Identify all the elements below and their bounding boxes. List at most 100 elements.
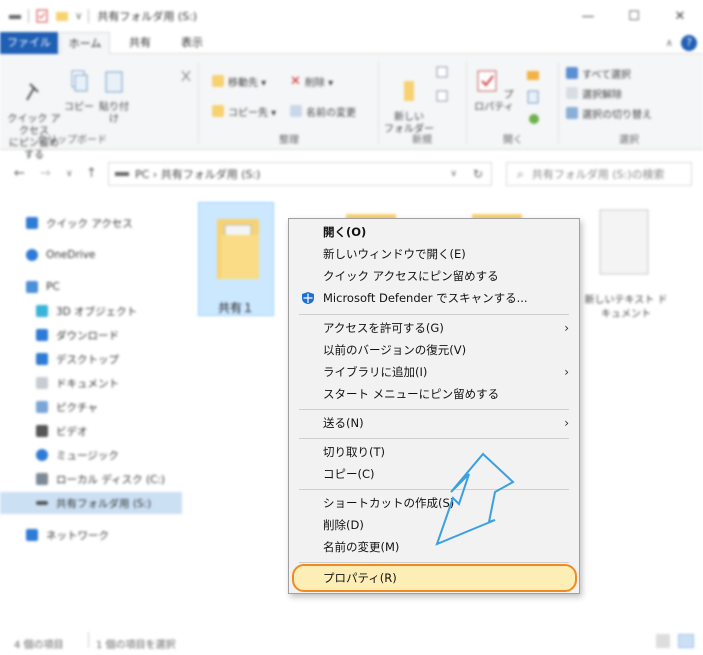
new-item-icon[interactable] (436, 66, 452, 80)
invert-selection-button[interactable]: 選択の切り替え (566, 104, 652, 122)
rename-button[interactable]: 名前の変更 (290, 102, 356, 120)
open-group-label: 開く (503, 135, 523, 146)
menu-item-include-library[interactable]: ライブラリに追加(I) › (289, 361, 579, 383)
menu-item-send-to[interactable]: 送る(N) › (289, 412, 579, 434)
menu-item-restore-versions[interactable]: 以前のバージョンの復元(V) (289, 339, 579, 361)
nav-item-quick-access[interactable]: クイック アクセス (0, 212, 182, 234)
select-all-button[interactable]: すべて選択 (566, 64, 631, 82)
submenu-chevron-icon: › (564, 365, 569, 379)
refresh-icon[interactable]: ↻ (473, 167, 483, 181)
tab-home[interactable]: ホーム (60, 32, 110, 54)
copy-to-button[interactable]: コピー先 ▾ (212, 102, 276, 120)
open-icon[interactable] (526, 68, 544, 82)
status-divider (88, 632, 89, 648)
nav-item-music[interactable]: ミュージック (0, 444, 182, 466)
menu-item-give-access[interactable]: アクセスを許可する(G) › (289, 317, 579, 339)
selection-count: 1 個の項目を選択 (96, 640, 176, 651)
tab-view[interactable]: 表示 (170, 32, 214, 54)
edit-icon[interactable] (526, 90, 544, 104)
address-box[interactable]: PC › 共有フォルダ用 (S:) ∨ ↻ (108, 162, 492, 186)
menu-separator (299, 314, 569, 315)
select-all-icon (566, 67, 578, 79)
help-icon[interactable]: ? (681, 35, 697, 51)
navigation-pane: クイック アクセス OneDrive PC 3D オブジェクト ダウンロード デ… (0, 200, 182, 620)
rename-icon (290, 105, 302, 117)
nav-item-label: ローカル ディスク (C:) (56, 473, 166, 486)
nav-item-label: ビデオ (56, 425, 88, 438)
menu-item-label: アクセスを許可する(G) (323, 321, 444, 335)
easy-access-icon[interactable] (436, 90, 452, 104)
details-view-icon[interactable] (656, 634, 670, 648)
properties-check-icon[interactable] (35, 9, 49, 23)
clipboard-group: クイック アクセス にピン留めする コピー 貼り付け クリップボード (4, 58, 191, 161)
submenu-chevron-icon: › (564, 416, 569, 430)
menu-item-defender-scan[interactable]: Microsoft Defender でスキャンする... (289, 287, 579, 309)
file-item-text-document[interactable]: 新しいテキスト ドキュメント (584, 206, 668, 326)
tab-file[interactable]: ファイル (0, 32, 58, 54)
nav-item-local-disk[interactable]: ローカル ディスク (C:) (0, 468, 182, 490)
menu-item-properties[interactable]: プロパティ(R) (289, 567, 579, 589)
ribbon-collapse-chevron-icon[interactable]: ∧ (666, 38, 673, 49)
new-group: 新しい フォルダー 新規 (382, 58, 462, 146)
menu-separator (299, 409, 569, 410)
address-bar-row: ← → ∨ ↑ PC › 共有フォルダ用 (S:) ∨ ↻ ⌕ 共有フォルダ用 … (0, 158, 703, 190)
nav-item-desktop[interactable]: デスクトップ (0, 348, 182, 370)
menu-item-label: クイック アクセスにピン留めする (323, 269, 499, 283)
ribbon-divider (558, 62, 559, 144)
nav-item-onedrive[interactable]: OneDrive (0, 244, 182, 266)
new-folder-button[interactable]: 新しい フォルダー (384, 66, 434, 136)
clipboard-group-label: クリップボード (37, 135, 107, 146)
pin-icon (26, 83, 39, 101)
nav-item-3d-objects[interactable]: 3D オブジェクト (0, 300, 182, 322)
back-arrow-icon[interactable]: ← (14, 166, 25, 181)
recent-locations-chevron-icon[interactable]: ∨ (66, 169, 73, 179)
nav-item-pc[interactable]: PC (0, 276, 182, 298)
copy-to-label: コピー先 ▾ (228, 107, 277, 119)
ribbon-divider (378, 62, 379, 144)
select-group-label: 選択 (619, 135, 639, 146)
invert-selection-label: 選択の切り替え (582, 109, 652, 121)
up-arrow-icon[interactable]: ↑ (86, 166, 97, 181)
paste-button[interactable]: 貼り付け (96, 68, 132, 126)
select-none-button[interactable]: 選択解除 (566, 84, 622, 102)
toolbar-divider (28, 9, 29, 23)
history-icon[interactable] (526, 112, 544, 126)
copy-button[interactable]: コピー (64, 68, 94, 114)
new-folder-icon[interactable] (55, 9, 69, 23)
nav-item-shared-drive[interactable]: 共有フォルダ用 (S:) (0, 492, 182, 514)
select-group: すべて選択 選択解除 選択の切り替え 選択 (564, 58, 694, 146)
rename-label: 名前の変更 (306, 107, 356, 119)
nav-item-documents[interactable]: ドキュメント (0, 372, 182, 394)
nav-item-network[interactable]: ネットワーク (0, 524, 182, 546)
paste-icon (105, 71, 123, 93)
menu-item-pin-start[interactable]: スタート メニューにピン留めする (289, 383, 579, 405)
qa-customize-chevron-icon[interactable]: ∨ (75, 11, 82, 22)
maximize-button[interactable]: ☐ (611, 0, 657, 32)
menu-item-open[interactable]: 開く(O) (289, 221, 579, 243)
menu-separator (299, 438, 569, 439)
menu-item-label: スタート メニューにピン留めする (323, 387, 500, 401)
address-dropdown-chevron-icon[interactable]: ∨ (450, 169, 457, 179)
text-document-icon (599, 209, 649, 275)
menu-item-label: コピー(C) (323, 467, 375, 481)
cut-icon[interactable] (180, 70, 192, 82)
properties-ribbon-button[interactable]: プロパティ (470, 68, 518, 114)
tab-share[interactable]: 共有 (118, 32, 162, 54)
pin-quick-access-button[interactable]: クイック アクセス にピン留めする (6, 68, 62, 162)
menu-item-label: 送る(N) (323, 416, 364, 430)
minimize-button[interactable]: — (565, 0, 611, 32)
delete-button[interactable]: ✕ 削除 ▾ (290, 72, 333, 90)
nav-item-downloads[interactable]: ダウンロード (0, 324, 182, 346)
move-to-button[interactable]: 移動先 ▾ (212, 72, 266, 90)
file-label: 新しいテキスト ドキュメント (584, 295, 668, 320)
menu-item-open-new-window[interactable]: 新しいウィンドウで開く(E) (289, 243, 579, 265)
search-input[interactable]: ⌕ 共有フォルダ用 (S:)の検索 (506, 162, 692, 186)
nav-item-pictures[interactable]: ピクチャ (0, 396, 182, 418)
close-button[interactable]: ✕ (657, 0, 703, 32)
folder-item-shared1[interactable]: 共有１ (198, 202, 274, 316)
forward-arrow-icon[interactable]: → (40, 166, 51, 181)
menu-item-pin-quick-access[interactable]: クイック アクセスにピン留めする (289, 265, 579, 287)
open-group: プロパティ 開く (470, 58, 556, 146)
large-icons-view-icon[interactable] (678, 634, 694, 648)
nav-item-videos[interactable]: ビデオ (0, 420, 182, 442)
